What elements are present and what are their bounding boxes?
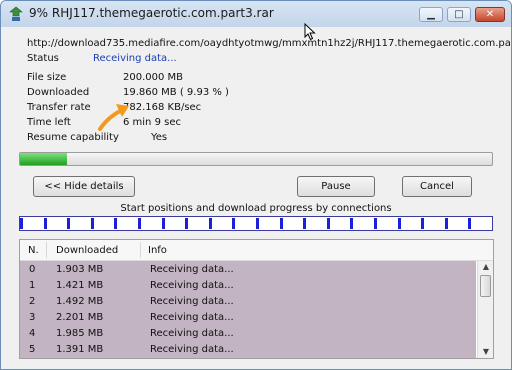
row-info: Receiving data... bbox=[150, 296, 234, 307]
file-size-value: 200.000 MB bbox=[123, 72, 184, 83]
progress-fill bbox=[20, 153, 67, 165]
column-header-info[interactable]: Info bbox=[148, 245, 167, 256]
row-downloaded: 1.421 MB bbox=[56, 280, 104, 291]
list-row[interactable]: 5 1.391 MB Receiving data... bbox=[20, 343, 476, 358]
connection-segment-marker bbox=[374, 218, 377, 229]
minimize-button[interactable]: ▁ bbox=[419, 7, 443, 22]
resume-value: Yes bbox=[151, 132, 168, 143]
list-row[interactable]: 1 1.421 MB Receiving data... bbox=[20, 279, 476, 295]
connection-segment-marker bbox=[114, 218, 117, 229]
column-header-number[interactable]: N. bbox=[28, 245, 39, 256]
file-size-label: File size bbox=[27, 72, 67, 83]
downloaded-label: Downloaded bbox=[27, 87, 90, 98]
row-downloaded: 2.201 MB bbox=[56, 312, 104, 323]
connection-segment-marker bbox=[421, 218, 424, 229]
row-downloaded: 1.903 MB bbox=[56, 264, 104, 275]
row-info: Receiving data... bbox=[150, 312, 234, 323]
column-divider bbox=[140, 242, 141, 258]
resume-label: Resume capability bbox=[27, 132, 119, 143]
row-number: 4 bbox=[29, 328, 36, 339]
list-row[interactable]: 2 1.492 MB Receiving data... bbox=[20, 295, 476, 311]
window-title: 9% RHJ117.themegaerotic.com.part3.rar bbox=[29, 6, 274, 20]
download-dialog: 9% RHJ117.themegaerotic.com.part3.rar ▁ … bbox=[0, 0, 512, 370]
status-value: Receiving data... bbox=[93, 53, 177, 64]
close-button[interactable]: ✕ bbox=[475, 7, 505, 22]
row-downloaded: 1.492 MB bbox=[56, 296, 104, 307]
connection-segment-marker bbox=[468, 218, 471, 229]
list-row[interactable]: 4 1.985 MB Receiving data... bbox=[20, 327, 476, 343]
orange-arrow-icon bbox=[98, 104, 129, 131]
list-body: 0 1.903 MB Receiving data... 1 1.421 MB … bbox=[20, 261, 476, 358]
transfer-rate-label: Transfer rate bbox=[27, 102, 91, 113]
connection-segment-marker bbox=[209, 218, 212, 229]
maximize-icon: □ bbox=[454, 9, 464, 20]
connection-segment-marker bbox=[280, 218, 283, 229]
row-number: 2 bbox=[29, 296, 36, 307]
maximize-button[interactable]: □ bbox=[447, 7, 471, 22]
status-label: Status bbox=[27, 53, 59, 64]
row-number: 5 bbox=[29, 344, 36, 355]
download-url: http://download735.mediafire.com/oaydhty… bbox=[27, 38, 512, 49]
scroll-thumb[interactable] bbox=[480, 275, 491, 297]
list-scrollbar[interactable]: ▲ ▼ bbox=[477, 261, 493, 358]
connection-segment-marker bbox=[398, 218, 401, 229]
connection-segment-marker bbox=[138, 218, 141, 229]
time-left-label: Time left bbox=[27, 117, 71, 128]
list-row[interactable]: 3 2.201 MB Receiving data... bbox=[20, 311, 476, 327]
column-header-downloaded[interactable]: Downloaded bbox=[56, 245, 118, 256]
pause-button[interactable]: Pause bbox=[297, 176, 375, 197]
scroll-down-icon[interactable]: ▼ bbox=[480, 347, 492, 357]
connection-segment-marker bbox=[67, 218, 70, 229]
connection-segment-marker bbox=[162, 218, 165, 229]
row-downloaded: 1.985 MB bbox=[56, 328, 104, 339]
title-bar[interactable]: 9% RHJ117.themegaerotic.com.part3.rar ▁ … bbox=[1, 1, 511, 27]
connection-segment-marker bbox=[232, 218, 235, 229]
connection-segment-marker bbox=[44, 218, 47, 229]
row-number: 3 bbox=[29, 312, 36, 323]
scroll-up-icon[interactable]: ▲ bbox=[480, 262, 492, 272]
connections-list[interactable]: N. Downloaded Info 0 1.903 MB Receiving … bbox=[19, 239, 494, 359]
connections-progress-bar bbox=[19, 216, 493, 231]
downloaded-value: 19.860 MB ( 9.93 % ) bbox=[123, 87, 229, 98]
connection-segment-marker bbox=[350, 218, 353, 229]
list-row[interactable]: 0 1.903 MB Receiving data... bbox=[20, 263, 476, 279]
connection-segment-marker bbox=[445, 218, 448, 229]
connection-segment-marker bbox=[20, 218, 23, 229]
row-number: 1 bbox=[29, 280, 36, 291]
transfer-rate-value: 782.168 KB/sec bbox=[123, 102, 202, 113]
connections-caption: Start positions and download progress by… bbox=[120, 203, 392, 214]
connection-segment-marker bbox=[303, 218, 306, 229]
row-info: Receiving data... bbox=[150, 344, 234, 355]
row-number: 0 bbox=[29, 264, 36, 275]
column-divider bbox=[46, 242, 47, 258]
idm-download-icon bbox=[9, 6, 23, 21]
row-downloaded: 1.391 MB bbox=[56, 344, 104, 355]
row-info: Receiving data... bbox=[150, 280, 234, 291]
close-icon: ✕ bbox=[485, 9, 495, 20]
connection-segment-marker bbox=[256, 218, 259, 229]
connection-segment-marker bbox=[91, 218, 94, 229]
list-header: N. Downloaded Info bbox=[20, 240, 493, 261]
download-progress-bar bbox=[19, 152, 493, 166]
hide-details-button[interactable]: << Hide details bbox=[33, 176, 135, 197]
row-info: Receiving data... bbox=[150, 264, 234, 275]
cancel-button[interactable]: Cancel bbox=[402, 176, 472, 197]
connection-segment-marker bbox=[185, 218, 188, 229]
connection-segment-marker bbox=[327, 218, 330, 229]
minimize-icon: ▁ bbox=[427, 9, 435, 20]
row-info: Receiving data... bbox=[150, 328, 234, 339]
